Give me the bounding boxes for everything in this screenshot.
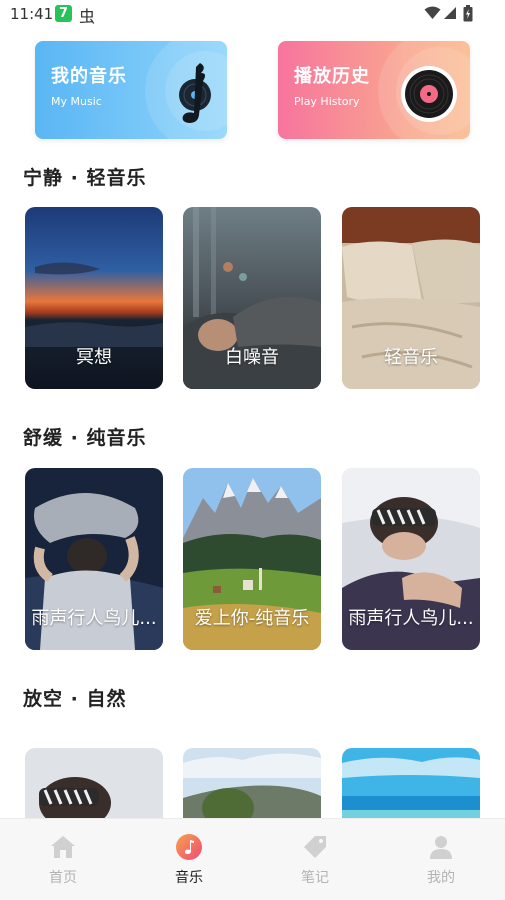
nav-label-home: 首页	[49, 870, 77, 886]
tile-love-you-music[interactable]: 爱上你-纯音乐	[183, 468, 321, 650]
my-music-title: 我的音乐	[51, 66, 127, 87]
tile-rain-birds-2[interactable]: 雨声行人鸟儿...	[342, 468, 480, 650]
tile-white-noise[interactable]: 白噪音	[183, 207, 321, 389]
music-icon	[176, 834, 202, 860]
battery-icon	[463, 5, 473, 22]
play-history-title: 播放历史	[294, 66, 370, 87]
section-title-soothing: 舒缓 · 纯音乐	[23, 427, 147, 449]
tile-rain-birds-1[interactable]: 雨声行人鸟儿...	[25, 468, 163, 650]
signal-icon	[444, 7, 456, 19]
note-tag-icon	[304, 836, 326, 858]
tile-meditation[interactable]: 冥想	[25, 207, 163, 389]
tile-light-music[interactable]: 轻音乐	[342, 207, 480, 389]
home-icon	[51, 836, 75, 858]
tile-label: 轻音乐	[384, 347, 438, 368]
nav-label-notes: 笔记	[301, 870, 329, 886]
nav-music[interactable]: 音乐	[149, 833, 229, 887]
bottom-navigation: 首页 音乐 笔记 我的	[0, 818, 505, 900]
music-note-icon	[179, 63, 211, 123]
play-history-card[interactable]: 播放历史 Play History	[278, 41, 470, 139]
my-music-card[interactable]: 我的音乐 My Music	[35, 41, 227, 139]
tile-label: 冥想	[76, 347, 112, 368]
section-title-calm: 宁静 · 轻音乐	[23, 167, 147, 189]
nav-label-profile: 我的	[427, 870, 455, 886]
wifi-icon	[424, 6, 441, 19]
bug-icon: 虫	[79, 7, 96, 26]
my-music-subtitle: My Music	[51, 95, 102, 108]
app-notification-icon: 7	[55, 5, 72, 22]
tile-label: 白噪音	[225, 347, 279, 368]
vinyl-record-icon	[401, 66, 457, 122]
profile-icon	[430, 836, 452, 859]
section-title-nature: 放空 · 自然	[23, 688, 127, 710]
status-time: 11:41	[10, 5, 54, 23]
status-bar: 11:41 7 虫	[0, 0, 505, 28]
tile-label: 爱上你-纯音乐	[194, 608, 310, 629]
play-history-subtitle: Play History	[294, 95, 360, 108]
tile-label: 雨声行人鸟儿...	[31, 608, 157, 629]
nav-label-music: 音乐	[175, 870, 203, 886]
nav-notes[interactable]: 笔记	[275, 833, 355, 887]
tile-label: 雨声行人鸟儿...	[348, 608, 474, 629]
nav-home[interactable]: 首页	[23, 833, 103, 887]
nav-profile[interactable]: 我的	[401, 833, 481, 887]
